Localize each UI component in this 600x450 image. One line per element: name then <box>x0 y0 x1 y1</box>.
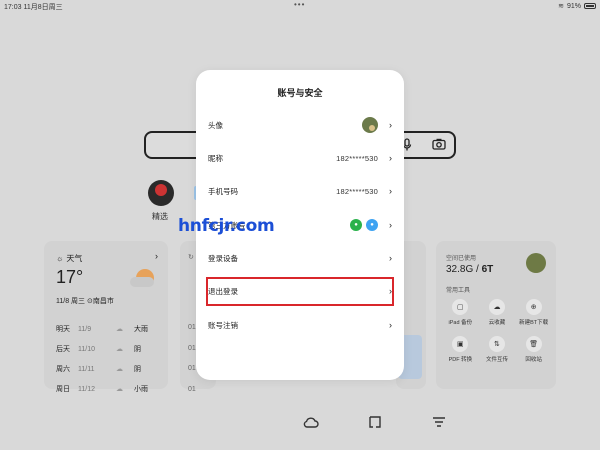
tools-label: 常用工具 <box>446 288 471 294</box>
weather-title: ☼ 天气 <box>56 254 83 263</box>
chevron-right-icon: › <box>389 186 392 196</box>
chevron-right-icon: › <box>389 153 392 163</box>
logout-highlight-box <box>206 277 394 306</box>
ipad-backup-icon: ▢ <box>452 299 469 315</box>
chevron-right-icon: › <box>389 253 392 263</box>
cloud-icon <box>130 277 154 287</box>
wechat-icon: ● <box>350 219 362 231</box>
row-login-devices[interactable]: 登录设备 › <box>208 246 392 270</box>
cloud-icon: ☁ <box>116 326 123 333</box>
chevron-right-icon[interactable]: › <box>155 251 158 261</box>
storage-usage: 32.8G / 6T <box>446 264 494 275</box>
recycle-bin-icon: 🗑 <box>525 336 542 352</box>
files-icon[interactable] <box>368 415 382 429</box>
cloud-icon: ☁ <box>116 366 123 373</box>
tool-cloud-collect[interactable]: ☁ 云收藏 <box>479 299 516 326</box>
status-right: ≋ 91% <box>558 2 596 10</box>
card-icon: ↻ <box>188 254 194 261</box>
file-transfer-icon: ⇅ <box>488 336 505 352</box>
tool-ipad-backup[interactable]: ▢ iPad 备份 <box>442 299 479 326</box>
bt-download-icon: ⊕ <box>525 299 542 315</box>
sun-icon: ☼ <box>56 254 64 263</box>
chevron-right-icon: › <box>389 320 392 330</box>
weather-date: 11/8 周三 ⊙南昌市 <box>56 298 114 305</box>
cloud-icon[interactable] <box>303 415 319 429</box>
social-icons: ● ● <box>350 219 378 231</box>
shortcut-avatar[interactable] <box>148 180 174 206</box>
bottom-nav <box>0 415 600 435</box>
tool-recycle-bin[interactable]: 🗑 回收站 <box>515 336 552 363</box>
row-phone[interactable]: 手机号码 182*****530 › <box>208 179 392 203</box>
storage-label: 空间已使用 <box>446 256 477 262</box>
cloud-icon: ☁ <box>116 386 123 393</box>
pdf-convert-icon: ▣ <box>452 336 469 352</box>
watermark: hnfcjr.com <box>178 216 275 236</box>
forecast-row: 明天 11/9 ☁ 大雨 <box>56 325 148 334</box>
row-delete-account[interactable]: 账号注销 › <box>208 313 392 337</box>
cloud-collect-icon: ☁ <box>488 299 505 315</box>
dialog-title: 账号与安全 <box>277 88 323 98</box>
row-avatar[interactable]: 头像 › <box>208 113 392 137</box>
menu-icon[interactable] <box>432 415 446 429</box>
forecast-row: 周六 11/11 ☁ 阴 <box>56 365 141 374</box>
avatar <box>362 117 378 133</box>
tool-pdf-convert[interactable]: ▣ PDF 转换 <box>442 336 479 363</box>
tools-grid: ▢ iPad 备份 ☁ 云收藏 ⊕ 新建BT下载 ▣ PDF 转换 ⇅ 文件互传 🗑 回收站 <box>442 299 552 363</box>
avatar[interactable] <box>526 253 546 273</box>
forecast-row: 后天 11/10 ☁ 阴 <box>56 345 141 354</box>
forecast-list: 明天 11/9 ☁ 大雨 后天 11/10 ☁ 阴 周六 11/11 ☁ 阴 周日 11/12 ☁ 小雨 <box>56 319 162 399</box>
status-time: 17:03 11月8日周三 <box>4 4 63 11</box>
camera-icon[interactable] <box>432 138 446 150</box>
tool-bt-download[interactable]: ⊕ 新建BT下载 <box>515 299 552 326</box>
battery-icon <box>584 3 596 9</box>
battery-percent: 91% <box>566 2 581 10</box>
weather-card[interactable]: ☼ 天气 › 17° 11/8 周三 ⊙南昌市 明天 11/9 ☁ 大雨 后天 11/10… <box>44 241 168 393</box>
storage-card[interactable]: 空间已使用 32.8G / 6T 常用工具 ▢ iPad 备份 ☁ 云收藏 ⊕ 新建B… <box>436 241 556 389</box>
shortcut-label: 精选 <box>152 212 168 221</box>
more-dots-icon[interactable]: ••• <box>294 0 305 9</box>
row-nickname[interactable]: 昵称 182*****530 › <box>208 146 392 170</box>
tool-file-transfer[interactable]: ⇅ 文件互传 <box>479 336 516 363</box>
forecast-row: 周日 11/12 ☁ 小雨 <box>56 385 148 394</box>
status-bar: 17:03 11月8日周三 ••• ≋ 91% <box>0 0 600 12</box>
cloud-icon: ☁ <box>116 346 123 353</box>
chevron-right-icon: › <box>389 120 392 130</box>
chevron-right-icon: › <box>389 220 392 230</box>
weather-temp: 17° <box>56 267 84 287</box>
qq-icon: ● <box>366 219 378 231</box>
wifi-icon: ≋ <box>558 3 564 10</box>
